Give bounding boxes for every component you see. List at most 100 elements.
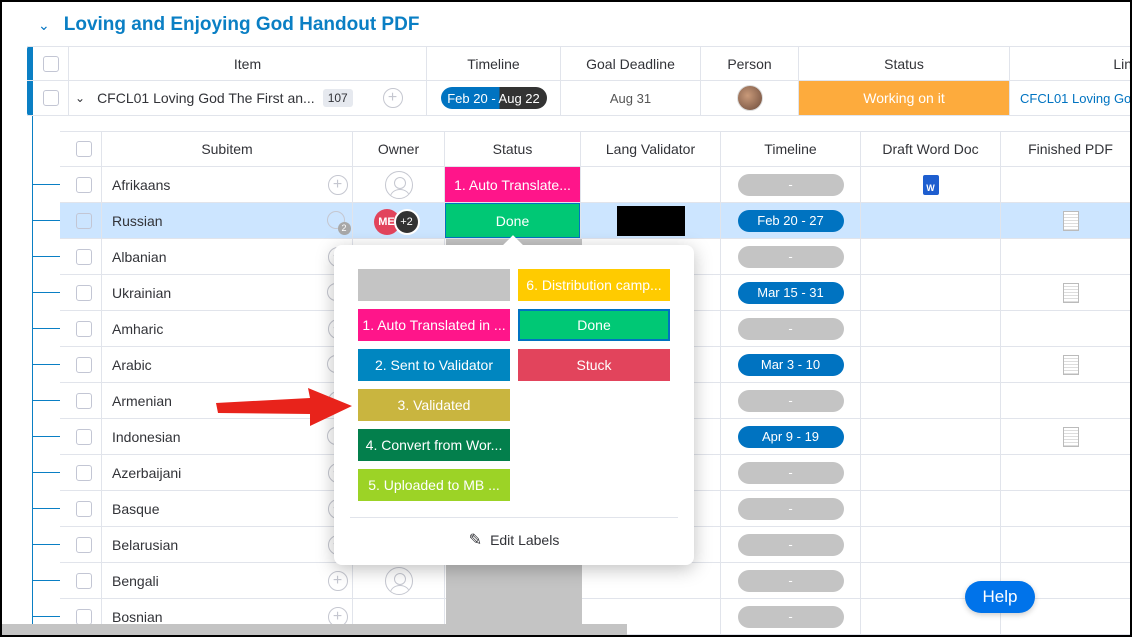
finished-pdf-cell[interactable] <box>1001 491 1130 526</box>
status-cell[interactable]: Done <box>445 203 581 238</box>
lang-validator-cell[interactable] <box>581 203 721 238</box>
subitem-name[interactable]: Ukrainian <box>102 275 323 310</box>
subitem-name[interactable]: Amharic <box>102 311 323 346</box>
finished-pdf-cell[interactable] <box>1001 347 1130 382</box>
owner-cell[interactable] <box>353 167 445 202</box>
link-cell[interactable]: CFCL01 Loving Go <box>1010 81 1130 115</box>
empty-owner-icon[interactable] <box>384 566 413 595</box>
draft-word-doc-cell[interactable] <box>861 527 1001 562</box>
updates-cell[interactable]: 2 <box>323 203 353 238</box>
column-header-item[interactable]: Item <box>69 47 427 80</box>
row-checkbox[interactable] <box>75 536 92 553</box>
draft-word-doc-cell[interactable]: W <box>861 167 1001 202</box>
timeline-cell[interactable]: - <box>721 599 861 634</box>
finished-pdf-cell[interactable] <box>1001 527 1130 562</box>
status-option-sent-to-validator[interactable]: 2. Sent to Validator <box>358 349 510 381</box>
column-header-person[interactable]: Person <box>701 47 799 80</box>
timeline-cell[interactable]: - <box>721 491 861 526</box>
subitem-name[interactable]: Russian <box>102 203 323 238</box>
person-cell[interactable] <box>701 81 799 115</box>
add-update-cell[interactable]: + <box>323 563 353 598</box>
pdf-file-icon[interactable] <box>1062 210 1079 231</box>
draft-word-doc-cell[interactable] <box>861 347 1001 382</box>
draft-word-doc-cell[interactable] <box>861 419 1001 454</box>
draft-word-doc-cell[interactable] <box>861 455 1001 490</box>
column-header-goal-deadline[interactable]: Goal Deadline <box>561 47 701 80</box>
row-select-cell[interactable] <box>60 563 102 598</box>
column-header-finished-pdf[interactable]: Finished PDF <box>1001 132 1130 166</box>
finished-pdf-cell[interactable] <box>1001 383 1130 418</box>
timeline-empty-pill[interactable]: - <box>737 533 844 556</box>
timeline-cell[interactable]: Feb 20 - 27 <box>721 203 861 238</box>
timeline-empty-pill[interactable]: - <box>737 497 844 520</box>
person-avatar[interactable] <box>736 85 763 111</box>
item-row[interactable]: ⌄ CFCL01 Loving God The First an... 107 … <box>27 81 1130 116</box>
row-select-cell[interactable] <box>60 491 102 526</box>
row-select-cell[interactable] <box>60 311 102 346</box>
group-header[interactable]: ⌄ Loving and Enjoying God Handout PDF <box>38 14 419 36</box>
item-status-cell[interactable]: Working on it <box>799 81 1010 115</box>
timeline-cell[interactable]: - <box>721 167 861 202</box>
add-update-icon[interactable]: + <box>382 88 403 108</box>
finished-pdf-cell[interactable] <box>1001 419 1130 454</box>
timeline-empty-pill[interactable]: - <box>737 461 844 484</box>
status-label[interactable]: 1. Auto Translate... <box>445 167 580 202</box>
edit-labels-button[interactable]: ✎ Edit Labels <box>334 530 694 550</box>
timeline-pill[interactable]: Mar 15 - 31 <box>737 281 844 304</box>
subitem-name[interactable]: Bengali <box>102 563 323 598</box>
finished-pdf-cell[interactable] <box>1001 311 1130 346</box>
word-doc-icon[interactable]: W <box>922 174 939 195</box>
pdf-file-icon[interactable] <box>1062 354 1079 375</box>
expand-chevron-icon[interactable]: ⌄ <box>75 91 85 105</box>
row-checkbox[interactable] <box>75 212 92 229</box>
comment-count-icon[interactable]: 2 <box>326 210 351 235</box>
timeline-pill[interactable]: Apr 9 - 19 <box>737 425 844 448</box>
add-update-cell[interactable]: + <box>323 167 353 202</box>
timeline-empty-pill[interactable]: - <box>737 569 844 592</box>
timeline-pill[interactable]: Mar 3 - 10 <box>737 353 844 376</box>
item-link[interactable]: CFCL01 Loving Go <box>1020 91 1130 106</box>
chevron-down-icon[interactable]: ⌄ <box>38 17 50 34</box>
status-option-stuck[interactable]: Stuck <box>518 349 670 381</box>
timeline-cell[interactable]: - <box>721 455 861 490</box>
timeline-cell[interactable]: Mar 3 - 10 <box>721 347 861 382</box>
row-checkbox[interactable] <box>75 608 92 625</box>
row-checkbox[interactable] <box>75 392 92 409</box>
sub-select-all-cell[interactable] <box>60 132 102 166</box>
subitem-name[interactable]: Belarusian <box>102 527 323 562</box>
owner-avatars[interactable]: ME +2 <box>373 207 424 235</box>
finished-pdf-cell[interactable] <box>1001 239 1130 274</box>
row-checkbox[interactable] <box>75 248 92 265</box>
owner-cell[interactable]: ME +2 <box>353 203 445 238</box>
help-button[interactable]: Help <box>965 581 1035 613</box>
column-header-lang-validator[interactable]: Lang Validator <box>581 132 721 166</box>
row-select-cell[interactable] <box>60 239 102 274</box>
timeline-cell[interactable]: - <box>721 383 861 418</box>
item-name-cell[interactable]: ⌄ CFCL01 Loving God The First an... 107 <box>69 81 359 115</box>
status-option-done[interactable]: Done <box>518 309 670 341</box>
add-update-icon[interactable]: + <box>327 570 348 591</box>
row-checkbox[interactable] <box>75 356 92 373</box>
timeline-cell[interactable]: - <box>721 563 861 598</box>
column-header-subitem[interactable]: Subitem <box>102 132 353 166</box>
lang-validator-cell[interactable] <box>581 167 721 202</box>
row-select-cell[interactable] <box>60 383 102 418</box>
row-select-cell[interactable] <box>60 167 102 202</box>
timeline-empty-pill[interactable]: - <box>737 389 844 412</box>
status-option-auto-translated[interactable]: 1. Auto Translated in ... <box>358 309 510 341</box>
draft-word-doc-cell[interactable] <box>861 383 1001 418</box>
finished-pdf-cell[interactable] <box>1001 167 1130 202</box>
group-title[interactable]: Loving and Enjoying God Handout PDF <box>64 14 420 36</box>
timeline-cell[interactable]: Mar 15 - 31 <box>721 275 861 310</box>
finished-pdf-cell[interactable] <box>1001 275 1130 310</box>
timeline-empty-pill[interactable]: - <box>737 173 844 196</box>
status-option-blank[interactable] <box>358 269 510 301</box>
sub-select-all-checkbox[interactable] <box>75 141 92 157</box>
subitem-name[interactable]: Basque <box>102 491 323 526</box>
timeline-empty-pill[interactable]: - <box>737 605 844 628</box>
column-header-status[interactable]: Status <box>799 47 1010 80</box>
item-timeline-cell[interactable]: Feb 20 - Aug 22 <box>427 81 561 115</box>
select-all-cell[interactable] <box>27 47 69 80</box>
item-updates-cell[interactable]: + <box>359 81 427 115</box>
row-select-cell[interactable] <box>60 527 102 562</box>
